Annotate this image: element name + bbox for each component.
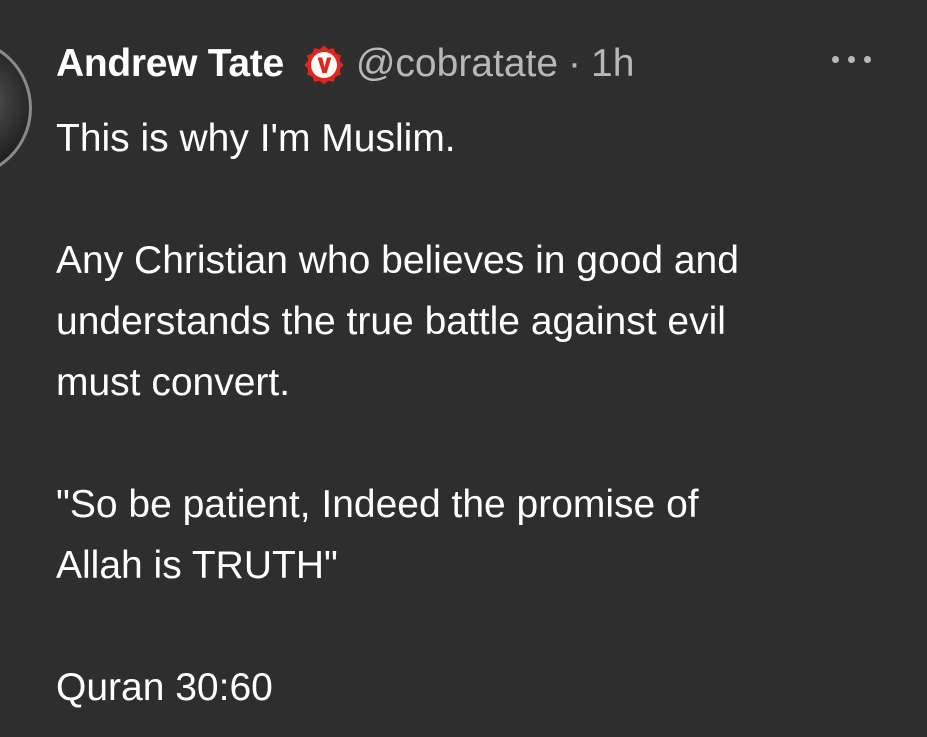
tweet-paragraph: "So be patient, Indeed the promise of Al… bbox=[56, 474, 896, 596]
tweet-line: Any Christian who believes in good and bbox=[56, 239, 739, 282]
more-horizontal-icon[interactable] bbox=[832, 56, 871, 63]
tweet-text: This is why I'm Muslim. Any Christian wh… bbox=[56, 108, 896, 718]
timestamp[interactable]: 1h bbox=[591, 42, 634, 86]
more-dot bbox=[848, 56, 855, 63]
tweet-header: Andrew Tate @cobratate · 1h bbox=[56, 38, 887, 90]
author-handle[interactable]: @cobratate bbox=[356, 42, 558, 86]
tweet-line: must convert. bbox=[56, 361, 291, 404]
separator-dot: · bbox=[568, 42, 582, 85]
tweet-line: understands the true battle against evil bbox=[56, 300, 726, 343]
tweet-paragraph: This is why I'm Muslim. bbox=[56, 108, 896, 169]
tweet-line: Allah is TRUTH" bbox=[56, 544, 338, 587]
tweet-line: Quran 30:60 bbox=[56, 666, 273, 709]
author-name[interactable]: Andrew Tate bbox=[56, 42, 284, 86]
more-dot bbox=[864, 56, 871, 63]
avatar[interactable] bbox=[0, 38, 32, 178]
tweet-paragraph: Any Christian who believes in good and u… bbox=[56, 230, 896, 413]
tweet-paragraph: Quran 30:60 bbox=[56, 657, 896, 718]
tweet-line: This is why I'm Muslim. bbox=[56, 117, 456, 160]
tweet-line: "So be patient, Indeed the promise of bbox=[56, 483, 699, 526]
verified-v-badge-icon bbox=[304, 45, 344, 84]
more-dot bbox=[832, 56, 839, 63]
